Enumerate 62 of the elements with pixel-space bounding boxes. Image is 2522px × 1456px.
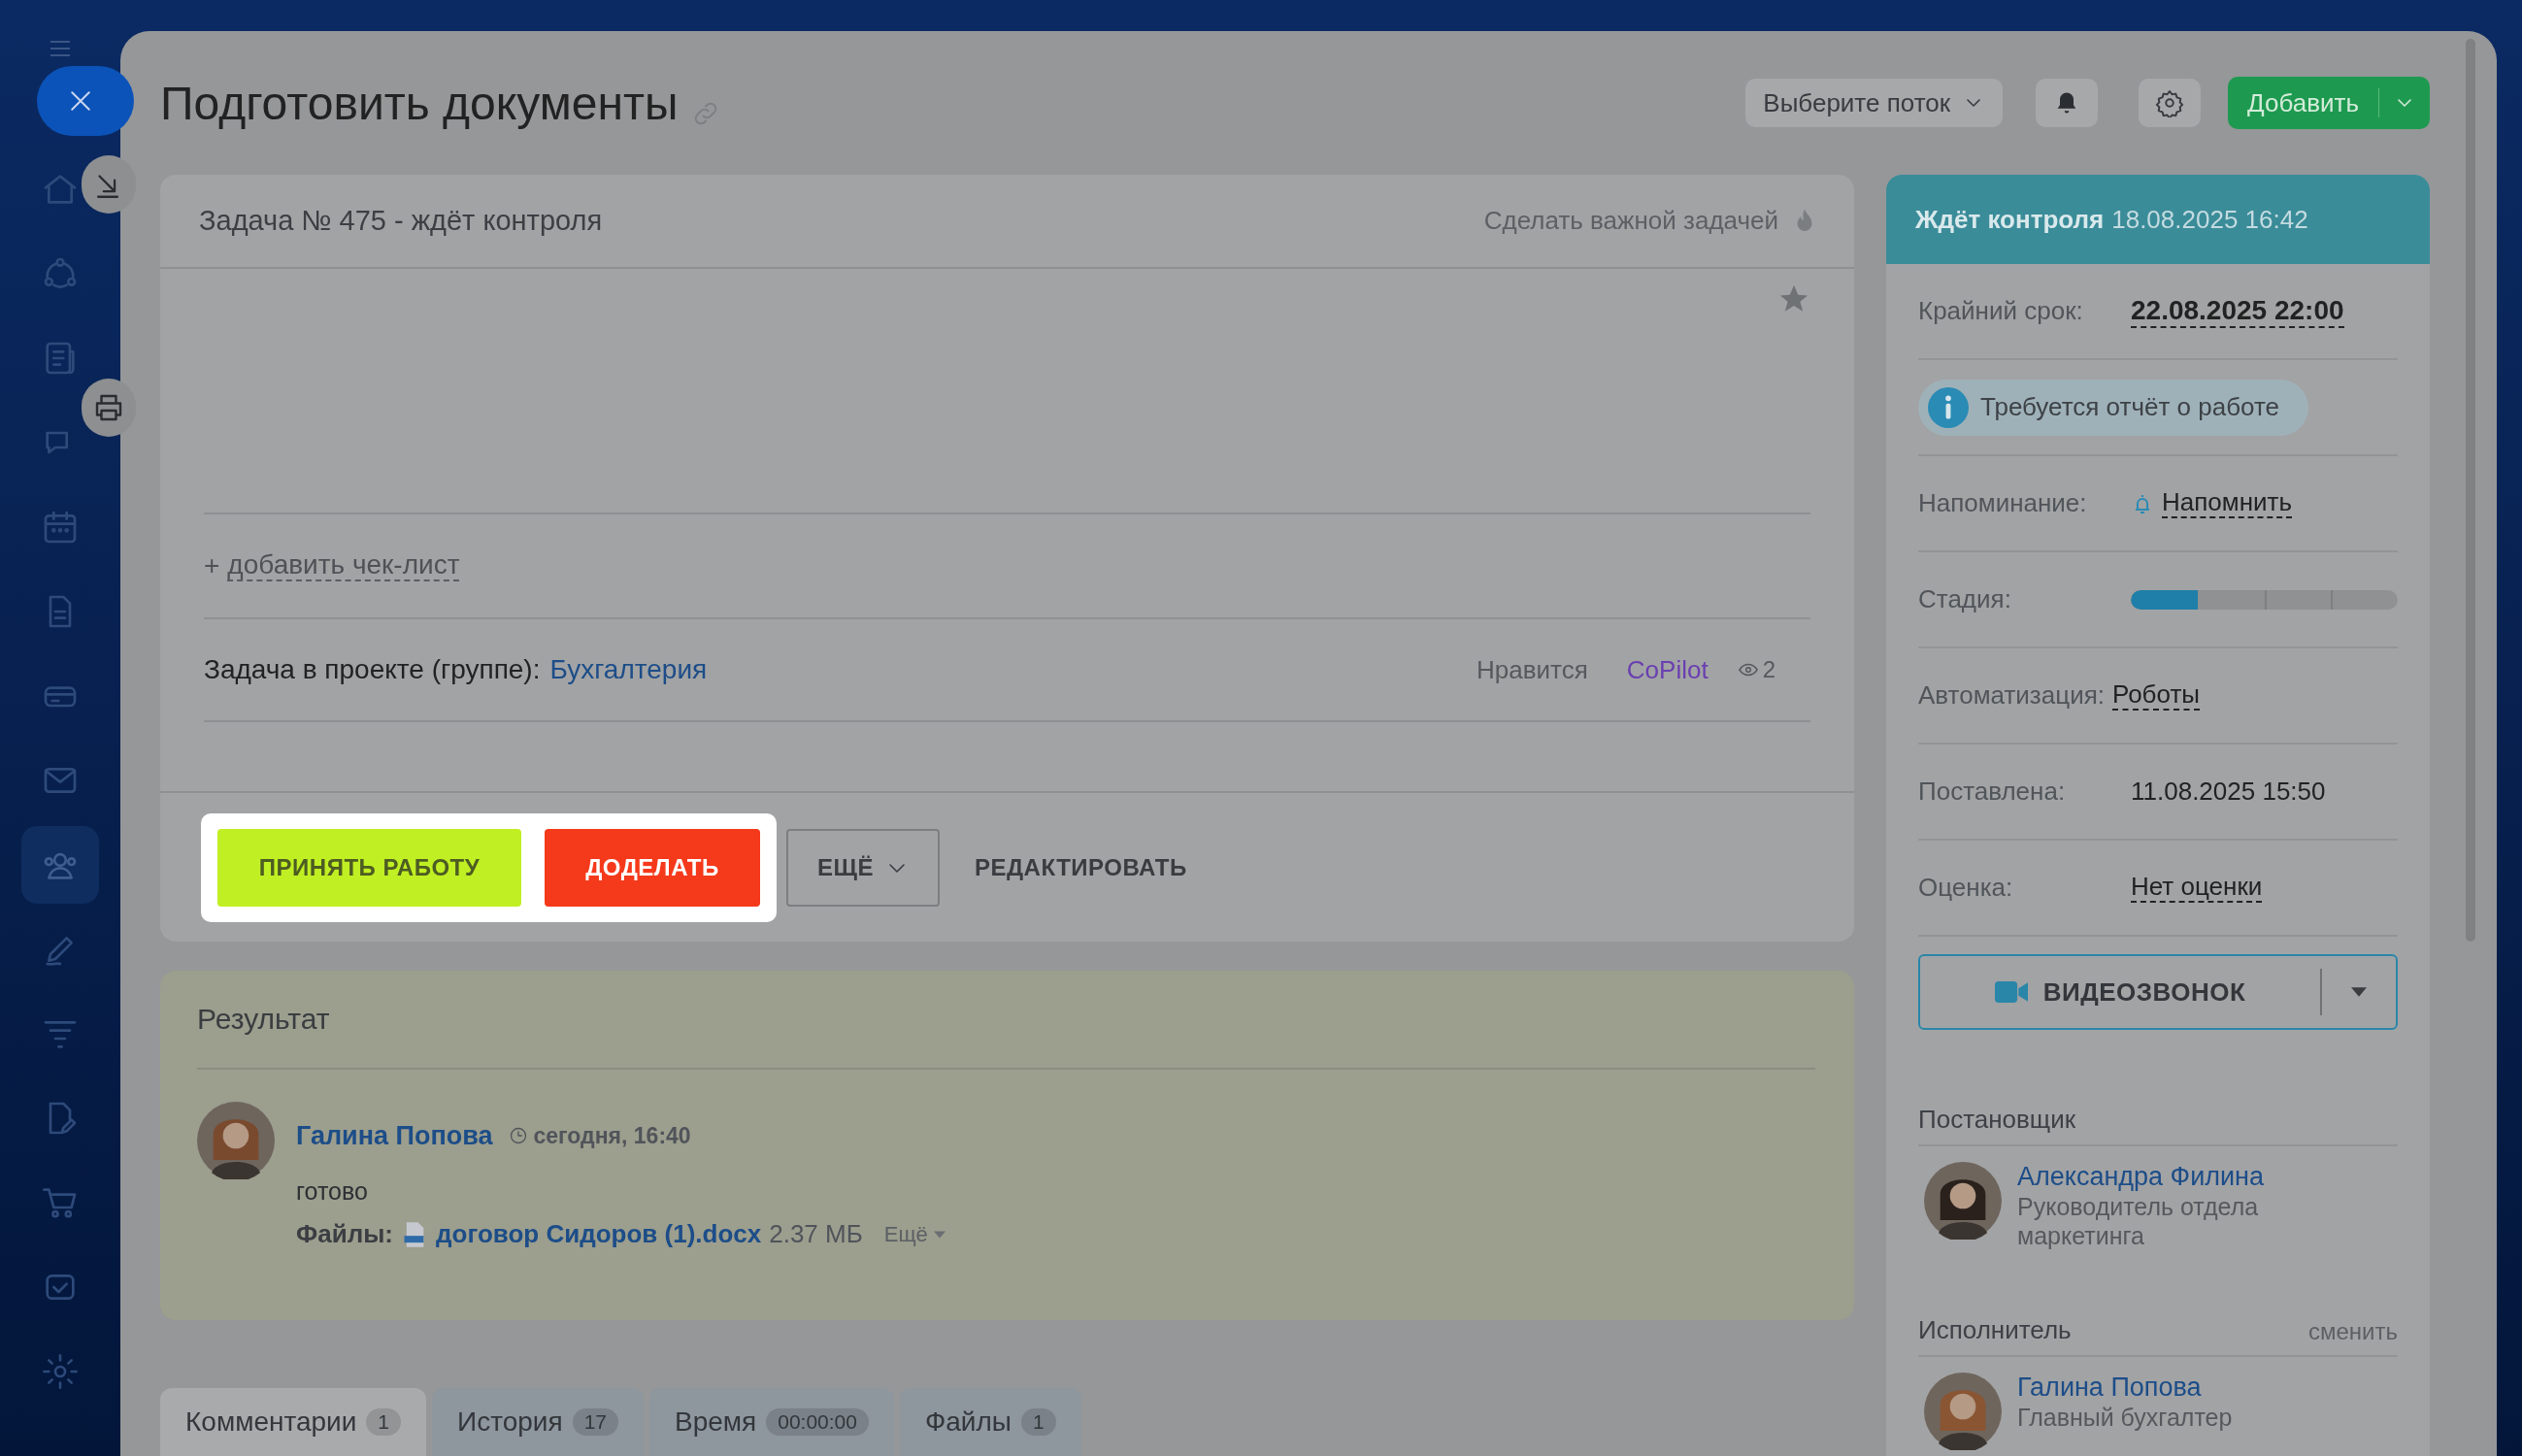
caret-icon [933, 1230, 946, 1239]
video-call-button[interactable]: ВИДЕОЗВОНОК [1920, 976, 2320, 1008]
field-label: Стадия: [1918, 584, 2012, 614]
count-badge: 1 [1020, 1408, 1056, 1436]
person-role: Руководитель отдела маркетинга [2017, 1192, 2260, 1250]
deadline-link[interactable]: 22.08.2025 22:00 [2131, 294, 2344, 328]
field-label: Автоматизация: [1918, 680, 2105, 711]
settings-icon [2155, 88, 2185, 117]
project-label: Задача в проекте (группе): [204, 654, 541, 685]
notice-text: Требуется отчёт о работе [1980, 392, 2279, 422]
person-role: Главный бухгалтер [2017, 1403, 2234, 1432]
tab[interactable]: Комментарии 1 [160, 1388, 427, 1456]
person-link[interactable]: Галина Попова [2017, 1373, 2260, 1403]
author-link[interactable]: Галина Попова [296, 1120, 493, 1151]
like-link[interactable]: Нравится [1477, 654, 1588, 685]
copilot-link[interactable]: CoPilot [1626, 654, 1709, 685]
plus-text: + [204, 550, 220, 581]
count-badge: 1 [366, 1408, 402, 1436]
page-title: Подготовить документы [160, 76, 679, 130]
more-button[interactable]: ЕЩЁ [786, 829, 940, 907]
count-badge: 00:00:00 [766, 1408, 869, 1436]
views-count: 2 [1762, 656, 1775, 683]
status-time: 18.08.2025 16:42 [2111, 204, 2308, 235]
edit-button[interactable]: РЕДАКТИРОВАТЬ [949, 829, 1212, 907]
task-heading: Задача № 475 - ждёт контроля [199, 205, 603, 237]
comment-time: сегодня, 16:40 [533, 1122, 691, 1149]
field-label: Крайний срок: [1918, 296, 2084, 326]
file-size: 2.37 МБ [769, 1219, 863, 1249]
status-text: Ждёт контроля [1915, 204, 2105, 235]
field-label: Оценка: [1918, 873, 2014, 903]
remind-link[interactable]: Напомнить [2162, 487, 2292, 519]
file-link[interactable]: договор Сидоров (1).docx [436, 1219, 762, 1249]
notifications-button[interactable] [2036, 79, 2099, 127]
field-value: 11.08.2025 15:50 [2131, 777, 2326, 807]
field-label: Напоминание: [1918, 488, 2088, 518]
camera-icon [1994, 981, 2028, 1003]
comment-text: готово [296, 1177, 369, 1206]
section-title: Исполнитель [1918, 1315, 2072, 1345]
clock-icon [508, 1126, 528, 1145]
more-files-link[interactable]: Ещё [883, 1221, 946, 1247]
count-badge: 17 [572, 1408, 618, 1436]
value-link[interactable]: Нет оценки [2131, 872, 2263, 904]
field-label: Поставлена: [1918, 777, 2067, 807]
tab[interactable]: Время 00:00:00 [649, 1388, 894, 1456]
files-label: Файлы: [296, 1219, 393, 1249]
rework-button[interactable]: ДОДЕЛАТЬ [545, 829, 760, 907]
section-title: Постановщик [1918, 1105, 2076, 1135]
value-link[interactable]: Роботы [2111, 679, 2200, 711]
info-icon [1928, 386, 1969, 428]
tab[interactable]: История 17 [432, 1388, 644, 1456]
add-checklist-link[interactable]: добавить чек-лист [227, 549, 460, 582]
flow-select[interactable]: Выберите поток [1745, 79, 2004, 127]
accept-button[interactable]: ПРИНЯТЬ РАБОТУ [217, 829, 521, 907]
person-link[interactable]: Александра Филина [2017, 1162, 2264, 1192]
sidebar-item[interactable] [21, 826, 99, 904]
change-link[interactable]: сменить [2308, 1318, 2398, 1345]
section-title: Результат [197, 971, 1815, 1070]
caret-icon [2351, 987, 2367, 997]
settings-button[interactable] [2139, 79, 2202, 127]
project-link[interactable]: Бухгалтерия [549, 654, 708, 685]
tab[interactable]: Файлы 1 [900, 1388, 1081, 1456]
make-important-link[interactable]: Сделать важной задачей [1483, 206, 1778, 236]
